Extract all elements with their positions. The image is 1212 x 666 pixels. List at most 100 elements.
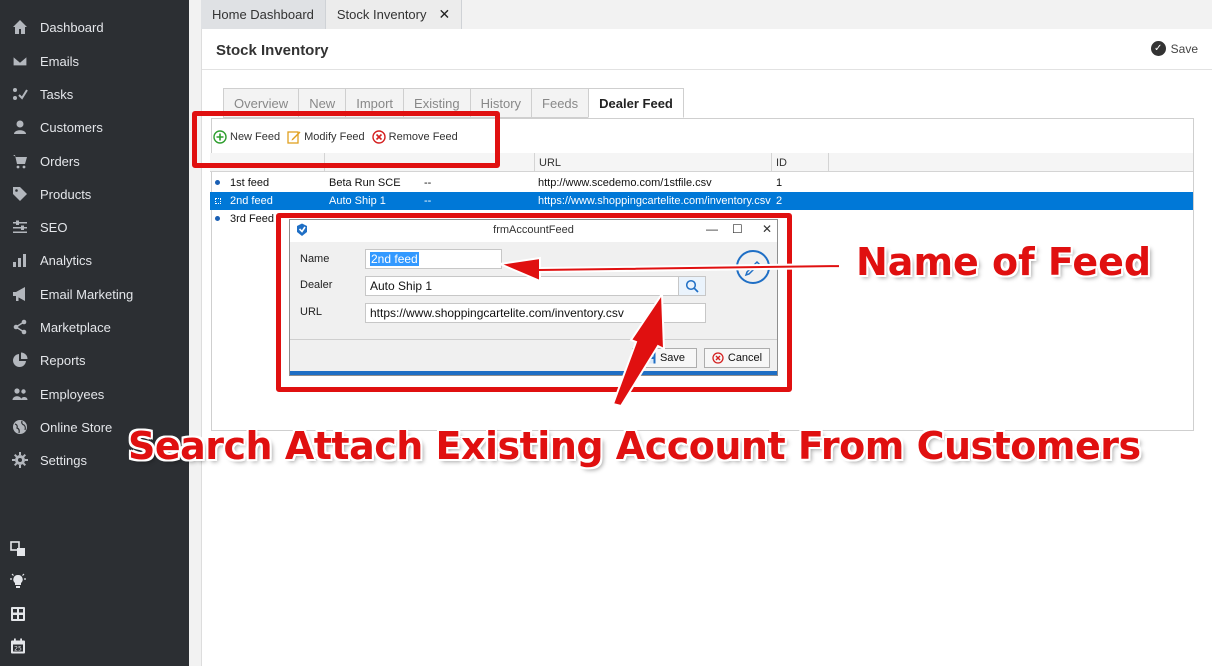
cell-url: http://www.scedemo.com/1stfile.csv	[538, 177, 712, 189]
maximize-icon[interactable]: ☐	[732, 222, 743, 236]
callout-name-of-feed: Name of Feed	[856, 240, 1152, 284]
sidebar-item-label: Reports	[40, 352, 86, 368]
sidebar-item-tasks[interactable]: Tasks	[0, 79, 189, 109]
cancel-circle-icon	[712, 352, 724, 364]
sidebar-item-label: Marketplace	[40, 319, 111, 335]
sidebar-item-label: Analytics	[40, 252, 93, 268]
tab-feeds[interactable]: Feeds	[531, 88, 589, 118]
name-label: Name	[300, 253, 330, 265]
tab-home-dashboard[interactable]: Home Dashboard	[201, 0, 326, 29]
sidebar-item-label: Settings	[40, 452, 87, 468]
pie-chart-icon	[0, 352, 40, 368]
close-icon[interactable]: ✕	[439, 6, 451, 23]
sidebar-item-emails[interactable]: Emails	[0, 46, 189, 76]
calculator-icon[interactable]	[10, 606, 28, 624]
sidebar-item-dashboard[interactable]: Dashboard	[0, 12, 189, 42]
minimize-icon[interactable]: —	[706, 222, 718, 236]
row-indicator	[215, 198, 221, 204]
url-field[interactable]: https://www.shoppingcartelite.com/invent…	[365, 303, 706, 323]
column-header-id[interactable]: ID	[771, 153, 828, 172]
page-title: Stock Inventory	[216, 42, 329, 59]
megaphone-icon	[0, 286, 40, 302]
subtab-bar: Overview New Import Existing History Fee…	[223, 88, 684, 118]
dialog-titlebar[interactable]: frmAccountFeed — ☐ ✕	[290, 220, 777, 242]
cell-name: 3rd Feed	[230, 213, 275, 225]
pencil-icon	[744, 260, 761, 277]
tab-existing[interactable]: Existing	[403, 88, 470, 118]
new-feed-button[interactable]: New Feed	[213, 130, 280, 144]
account-feed-dialog: frmAccountFeed — ☐ ✕ Name 2nd feed Deale…	[289, 219, 778, 376]
sidebar-item-label: Emails	[40, 53, 80, 69]
sidebar-item-label: Tasks	[40, 86, 74, 102]
cell-dealer: Auto Ship 1	[329, 195, 386, 207]
sidebar-item-seo[interactable]: SEO	[0, 212, 189, 242]
floppy-disk-icon	[644, 352, 656, 364]
tab-stock-inventory[interactable]: Stock Inventory ✕	[325, 0, 463, 29]
grid-header: URL ID	[210, 153, 1193, 172]
calendar-icon[interactable]: 25	[10, 638, 28, 656]
cell-name: 1st feed	[230, 177, 270, 189]
dialog-save-button[interactable]: Save	[632, 348, 697, 368]
tasks-icon	[0, 86, 40, 102]
dialog-cancel-button[interactable]: Cancel	[704, 348, 770, 368]
sidebar-item-products[interactable]: Products	[0, 179, 189, 209]
table-row-selected[interactable]: 2nd feed Auto Ship 1 -- https://www.shop…	[210, 192, 1193, 210]
check-circle-icon: ✓	[1150, 41, 1166, 56]
sidebar-item-label: Employees	[40, 386, 105, 402]
cell-name: 2nd feed	[230, 195, 273, 207]
save-label: Save	[1170, 41, 1198, 56]
sidebar-item-label: SEO	[40, 219, 68, 235]
callout-search-attach: Search Attach Existing Account From Cust…	[128, 424, 1141, 468]
tab-history[interactable]: History	[469, 88, 532, 118]
sidebar-item-customers[interactable]: Customers	[0, 112, 189, 142]
lightbulb-icon[interactable]	[10, 573, 28, 591]
tab-new[interactable]: New	[298, 88, 346, 118]
sidebar-item-marketplace[interactable]: Marketplace	[0, 312, 189, 342]
remove-feed-button[interactable]: Remove Feed	[371, 130, 458, 144]
bar-chart-icon	[0, 252, 40, 268]
column-header-url[interactable]: URL	[534, 153, 771, 172]
tab-dealer-feed[interactable]: Dealer Feed	[588, 88, 684, 118]
table-row[interactable]: 1st feed Beta Run SCE -- http://www.sced…	[210, 174, 1193, 192]
sliders-icon	[0, 219, 40, 235]
row-indicator	[215, 216, 220, 221]
dialog-cancel-label: Cancel	[727, 352, 763, 364]
name-field-value: 2nd feed	[370, 252, 419, 266]
dialog-save-label: Save	[659, 352, 686, 364]
sidebar-item-email-marketing[interactable]: Email Marketing	[0, 279, 189, 309]
save-button[interactable]: ✓ Save	[1150, 41, 1198, 56]
windows-icon[interactable]	[10, 541, 28, 559]
tab-overview[interactable]: Overview	[223, 88, 299, 118]
remove-circle-icon	[371, 130, 386, 144]
sidebar: Dashboard Emails Tasks Customers Orders …	[0, 0, 189, 666]
sidebar-item-reports[interactable]: Reports	[0, 345, 189, 375]
edit-icon	[287, 131, 301, 144]
user-icon	[0, 119, 40, 135]
document-tab-bar: Home Dashboard Stock Inventory ✕	[201, 0, 463, 29]
search-icon	[685, 279, 699, 293]
dealer-label: Dealer	[300, 279, 333, 291]
column-header-blank[interactable]	[324, 153, 534, 172]
sidebar-item-label: Email Marketing	[40, 286, 134, 302]
sidebar-item-label: Customers	[40, 119, 103, 135]
dealer-field[interactable]: Auto Ship 1	[365, 276, 679, 296]
new-feed-label: New Feed	[230, 131, 281, 143]
cell-col3: --	[424, 177, 432, 189]
dealer-field-value: Auto Ship 1	[370, 279, 433, 293]
sidebar-item-analytics[interactable]: Analytics	[0, 245, 189, 275]
sidebar-item-employees[interactable]: Employees	[0, 379, 189, 409]
remove-feed-label: Remove Feed	[388, 131, 458, 143]
svg-text:25: 25	[14, 646, 22, 653]
modify-feed-button[interactable]: Modify Feed	[287, 130, 365, 144]
home-icon	[0, 19, 40, 35]
column-header-filler	[828, 153, 1193, 172]
dealer-search-button[interactable]	[678, 276, 706, 296]
cart-icon	[0, 153, 40, 169]
name-field[interactable]: 2nd feed	[365, 249, 502, 269]
sidebar-item-orders[interactable]: Orders	[0, 146, 189, 176]
tab-label: Home Dashboard	[212, 7, 314, 22]
dialog-divider	[290, 339, 777, 340]
tab-import[interactable]: Import	[345, 88, 404, 118]
close-icon[interactable]: ✕	[762, 222, 772, 236]
modify-feed-label: Modify Feed	[304, 131, 365, 143]
